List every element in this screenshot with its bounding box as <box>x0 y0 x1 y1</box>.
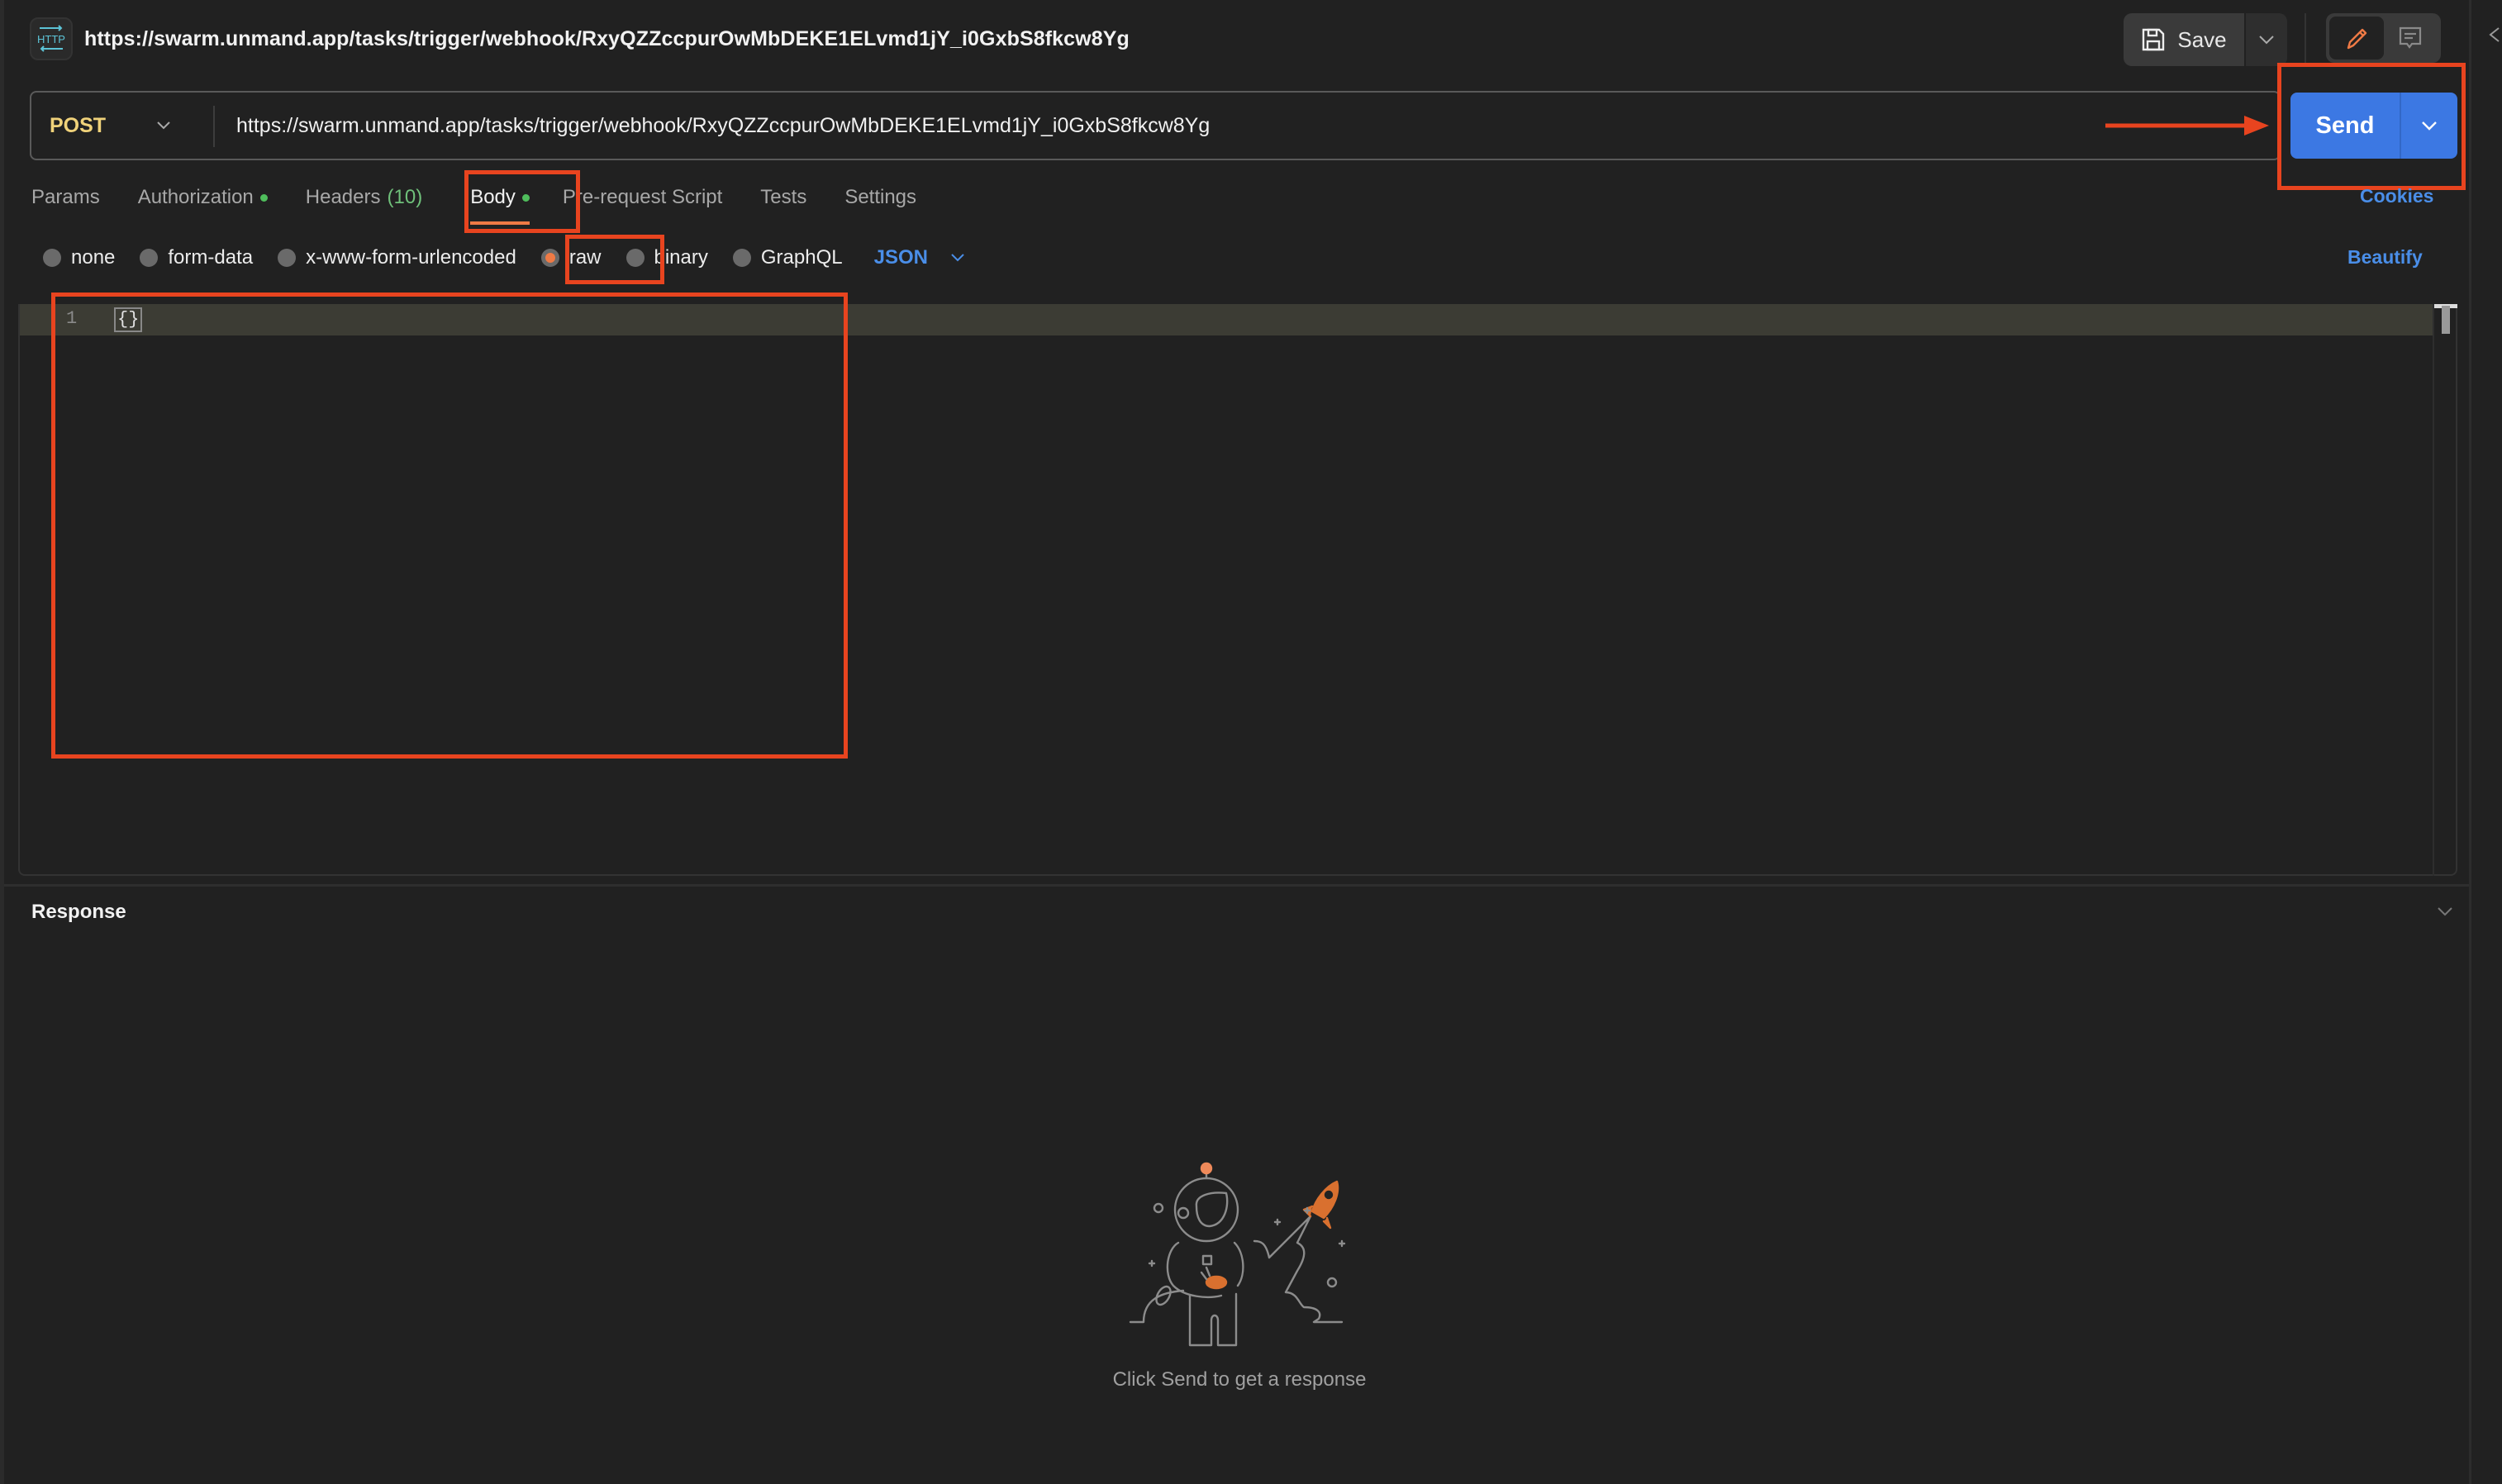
radio-button-checked[interactable] <box>540 249 559 267</box>
chevron-down-icon <box>2259 36 2274 45</box>
empty-response-message: Click Send to get a response <box>1112 1368 1367 1391</box>
tab-label: Headers <box>305 186 381 208</box>
tab-label: Authorization <box>137 186 254 208</box>
tab-label: Params <box>31 186 100 208</box>
chevron-down-icon <box>2438 907 2452 916</box>
comment-icon <box>2400 26 2422 49</box>
toolbar-divider <box>2305 13 2306 63</box>
url-input[interactable] <box>215 93 2279 159</box>
radio-x-www-form-urlencoded[interactable]: x-www-form-urlencoded <box>278 246 516 269</box>
tab-pre-request-script[interactable]: Pre-request Script <box>563 177 722 218</box>
headers-count: (10) <box>387 186 423 208</box>
side-panel-icons[interactable] <box>2487 25 2502 50</box>
response-title: Response <box>31 901 126 923</box>
radio-label: x-www-form-urlencoded <box>306 246 516 269</box>
radio-raw[interactable]: raw <box>540 246 602 269</box>
tab-settings[interactable]: Settings <box>844 177 916 218</box>
pencil-icon <box>2347 28 2366 50</box>
tab-label: Body <box>470 186 516 208</box>
save-button-group: Save <box>2124 13 2287 66</box>
radio-label: binary <box>654 246 708 269</box>
save-options-dropdown[interactable] <box>2246 13 2287 66</box>
chevron-down-icon <box>951 254 964 262</box>
method-label: POST <box>50 113 107 137</box>
editor-scrollbar[interactable] <box>2433 304 2457 876</box>
radio-label: form-data <box>168 246 254 269</box>
body-type-options: none form-data x-www-form-urlencoded raw… <box>43 241 966 274</box>
radio-none[interactable]: none <box>43 246 115 269</box>
request-tabs: Params Authorization Headers (10) Body P… <box>31 177 954 225</box>
beautify-link[interactable]: Beautify <box>2347 246 2423 269</box>
save-button[interactable]: Save <box>2124 13 2244 66</box>
send-options-dropdown[interactable] <box>2401 93 2457 159</box>
radio-label: none <box>71 246 116 269</box>
chevron-down-icon <box>2422 121 2437 131</box>
tab-label: Settings <box>844 186 917 208</box>
tab-label: Tests <box>760 186 807 208</box>
radio-button[interactable] <box>140 249 159 267</box>
request-response-divider[interactable] <box>4 884 2469 887</box>
save-label: Save <box>2177 26 2227 52</box>
send-button[interactable]: Send <box>2290 93 2401 159</box>
chevron-down-icon <box>157 121 170 130</box>
astronaut-rocket-illustration <box>1129 1162 1346 1347</box>
radio-button[interactable] <box>732 249 751 267</box>
tab-headers[interactable]: Headers (10) <box>306 177 422 218</box>
radio-button[interactable] <box>278 249 297 267</box>
radio-button[interactable] <box>626 249 645 267</box>
left-edge-border <box>0 0 4 1484</box>
radio-graphql[interactable]: GraphQL <box>732 246 843 269</box>
radio-binary[interactable]: binary <box>626 246 708 269</box>
line-number: 1 <box>66 308 78 329</box>
scrollbar-thumb[interactable] <box>2442 306 2450 334</box>
tab-body[interactable]: Body <box>470 177 530 225</box>
language-dropdown[interactable]: JSON <box>874 246 966 269</box>
annotation-arrow <box>2105 116 2269 136</box>
http-icon: HTTP <box>30 17 73 60</box>
code-icon[interactable] <box>2487 25 2502 45</box>
floppy-disk-icon <box>2143 28 2165 51</box>
svg-text:HTTP: HTTP <box>37 33 65 45</box>
tab-label: Pre-request Script <box>562 186 723 208</box>
radio-label: raw <box>568 246 602 269</box>
line-code[interactable]: {} <box>114 307 143 332</box>
mode-toggle <box>2326 13 2441 63</box>
status-dot-icon <box>259 193 268 202</box>
editor-line-active: 1 {} <box>20 304 2434 335</box>
comments-mode-button[interactable] <box>2384 17 2438 59</box>
send-button-group: Send <box>2290 93 2457 159</box>
language-label: JSON <box>873 246 928 269</box>
right-panel-divider <box>2469 0 2471 1484</box>
url-bar: POST <box>30 91 2281 160</box>
body-editor[interactable]: 1 {} <box>18 304 2457 876</box>
active-tab-underline <box>470 221 530 225</box>
radio-button[interactable] <box>43 249 61 267</box>
tab-authorization[interactable]: Authorization <box>138 177 268 218</box>
request-title-bar: HTTP https://swarm.unmand.app/tasks/trig… <box>30 17 1130 61</box>
tab-params[interactable]: Params <box>31 177 100 218</box>
tab-tests[interactable]: Tests <box>760 177 806 218</box>
edit-mode-button[interactable] <box>2329 17 2384 59</box>
cookies-link[interactable]: Cookies <box>2360 185 2433 207</box>
request-title[interactable]: https://swarm.unmand.app/tasks/trigger/w… <box>84 27 1130 51</box>
response-collapse-button[interactable] <box>2436 906 2454 921</box>
radio-form-data[interactable]: form-data <box>140 246 253 269</box>
status-dot-icon <box>521 193 530 202</box>
radio-label: GraphQL <box>760 246 843 269</box>
method-separator <box>213 106 215 147</box>
method-dropdown[interactable]: POST <box>31 93 215 159</box>
